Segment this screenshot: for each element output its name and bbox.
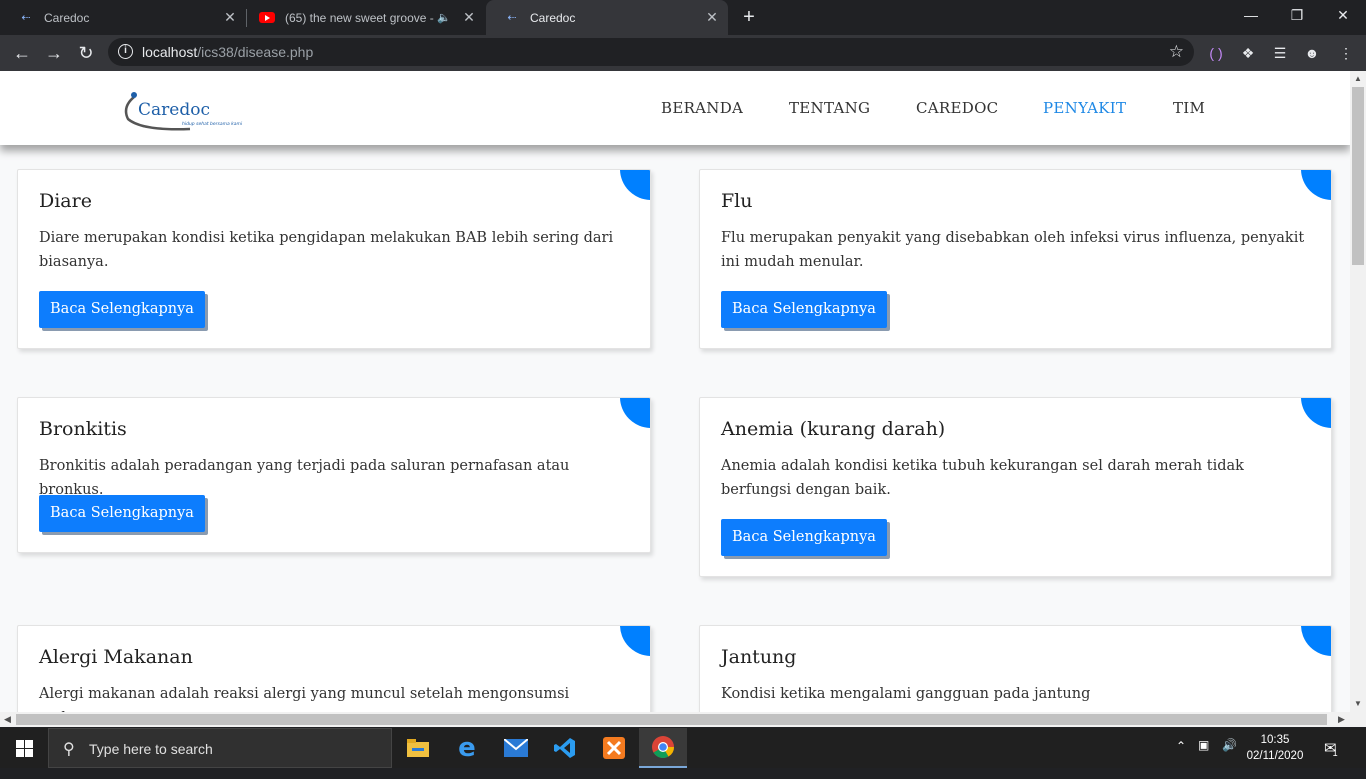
minimize-button[interactable]: — [1228, 0, 1274, 30]
disease-title: Bronkitis [39, 418, 127, 440]
network-icon[interactable]: ▣ [1198, 738, 1209, 778]
read-more-button[interactable]: Baca Selengkapnya [39, 495, 205, 532]
close-tab-icon[interactable]: ✕ [702, 9, 722, 26]
time: 10:35 [1260, 734, 1290, 746]
profile-avatar-icon[interactable]: ☻ [1300, 41, 1324, 65]
tab-title: Caredoc [530, 10, 576, 25]
tab-caredoc-1[interactable]: ⇠ Caredoc ✕ [0, 0, 246, 35]
horizontal-scrollbar[interactable]: ◀ ▶ [0, 712, 1366, 727]
xampp-icon[interactable] [590, 728, 638, 768]
disease-title: Anemia (kurang darah) [721, 418, 946, 440]
search-placeholder: Type here to search [89, 741, 213, 757]
disease-card: Diare Diare merupakan kondisi ketika pen… [17, 169, 651, 349]
clock[interactable]: 10:35 02/11/2020 [1234, 732, 1316, 764]
start-button[interactable] [0, 728, 48, 768]
info-icon[interactable]: i [118, 44, 133, 59]
puzzle-extensions-icon[interactable]: ❖ [1236, 41, 1260, 65]
scroll-thumb[interactable] [1352, 87, 1364, 265]
disease-title: Flu [721, 190, 753, 212]
disease-title: Jantung [721, 646, 797, 668]
logo-text: Caredoc [138, 100, 210, 120]
disease-card: Jantung Kondisi ketika mengalami ganggua… [699, 625, 1332, 712]
site-navbar: Caredoc hidup sehat bersama kami BERANDA… [0, 71, 1350, 145]
nav-tentang[interactable]: TENTANG [789, 99, 870, 117]
nav-tim[interactable]: TIM [1173, 99, 1205, 117]
speaker-icon[interactable]: 🔈 [437, 11, 451, 24]
disease-description: Kondisi ketika mengalami gangguan pada j… [721, 686, 1091, 702]
disease-title: Alergi Makanan [39, 646, 193, 668]
media-control-icon[interactable]: ☰ [1268, 41, 1292, 65]
tab-title: Caredoc [44, 10, 90, 25]
restore-button[interactable]: ❐ [1274, 0, 1320, 30]
disease-card: Anemia (kurang darah) Anemia adalah kond… [699, 397, 1332, 577]
menu-dots-icon[interactable]: ⋮ [1334, 41, 1358, 65]
corner-accent [620, 398, 650, 428]
disease-card: Flu Flu merupakan penyakit yang disebabk… [699, 169, 1332, 349]
tab-strip: ⇠ Caredoc ✕ (65) the new sweet groove - … [0, 0, 1366, 35]
caredoc-favicon-icon: ⇠ [507, 12, 517, 24]
logo-tagline: hidup sehat bersama kami [182, 121, 243, 127]
extension-icon[interactable]: ( ) [1204, 41, 1228, 65]
corner-accent [1301, 170, 1331, 200]
chrome-icon[interactable] [639, 728, 687, 768]
nav-penyakit[interactable]: PENYAKIT [1043, 99, 1126, 117]
disease-description: Alergi makanan adalah reaksi alergi yang… [39, 686, 570, 712]
read-more-button[interactable]: Baca Selengkapnya [721, 519, 887, 556]
read-more-button[interactable]: Baca Selengkapnya [721, 291, 887, 328]
page-viewport: Caredoc hidup sehat bersama kami BERANDA… [0, 71, 1350, 712]
scroll-up-icon[interactable]: ▲ [1354, 74, 1362, 83]
edge-icon[interactable]: e [443, 728, 491, 768]
vscode-icon[interactable] [541, 728, 589, 768]
url-host: localhost [142, 44, 198, 60]
corner-accent [1301, 398, 1331, 428]
disease-description: Flu merupakan penyakit yang disebabkan o… [721, 230, 1305, 270]
nav-caredoc[interactable]: CAREDOC [916, 99, 998, 117]
new-tab-button[interactable]: + [738, 6, 760, 28]
youtube-icon [259, 10, 275, 26]
reload-icon[interactable]: ↻ [74, 41, 98, 65]
mail-icon[interactable] [492, 728, 540, 768]
tab-youtube[interactable]: (65) the new sweet groove - 🔈 ✕ [247, 0, 485, 35]
close-window-button[interactable]: ✕ [1320, 0, 1366, 30]
nav-beranda[interactable]: BERANDA [661, 99, 743, 117]
disease-description: Diare merupakan kondisi ketika pengidapa… [39, 230, 614, 270]
close-tab-icon[interactable]: ✕ [220, 9, 240, 26]
bookmark-star-icon[interactable]: ☆ [1169, 42, 1184, 62]
file-explorer-icon[interactable] [394, 728, 442, 768]
read-more-button[interactable]: Baca Selengkapnya [39, 291, 205, 328]
vertical-scrollbar[interactable]: ▲ ▼ [1350, 71, 1366, 712]
tab-caredoc-active[interactable]: ⇠ Caredoc ✕ [486, 0, 728, 35]
address-bar[interactable]: i localhost/ics38/disease.php ☆ [108, 38, 1194, 66]
disease-card: Bronkitis Bronkitis adalah peradangan ya… [17, 397, 651, 553]
corner-accent [620, 170, 650, 200]
disease-card: Alergi Makanan Alergi makanan adalah rea… [17, 625, 651, 712]
forward-arrow-icon[interactable]: → [42, 41, 66, 65]
disease-title: Diare [39, 190, 92, 212]
caredoc-favicon-icon: ⇠ [21, 12, 31, 24]
scroll-thumb[interactable] [16, 714, 1327, 725]
back-arrow-icon[interactable]: ← [10, 41, 34, 65]
windows-logo-icon [15, 739, 33, 757]
date: 02/11/2020 [1246, 750, 1304, 762]
scroll-right-icon[interactable]: ▶ [1338, 714, 1345, 725]
caredoc-logo[interactable]: Caredoc hidup sehat bersama kami [120, 85, 260, 131]
scroll-left-icon[interactable]: ◀ [4, 714, 11, 725]
disease-description: Anemia adalah kondisi ketika tubuh kekur… [721, 458, 1244, 498]
url-path: /ics38/disease.php [197, 44, 314, 60]
notification-icon[interactable]: ✉1 [1324, 739, 1342, 779]
close-tab-icon[interactable]: ✕ [459, 9, 479, 26]
notification-badge: 1 [1332, 748, 1338, 758]
chevron-up-icon[interactable]: ⌃ [1176, 739, 1186, 779]
corner-accent [1301, 626, 1331, 656]
corner-accent [620, 626, 650, 656]
scroll-down-icon[interactable]: ▼ [1354, 699, 1362, 708]
taskbar-search[interactable]: ⚲ Type here to search [48, 728, 392, 768]
tab-title: (65) the new sweet groove - [285, 10, 434, 25]
search-icon: ⚲ [63, 741, 75, 758]
windows-taskbar: ⚲ Type here to search e ⌃ ▣ 🔊 10:35 02/1… [0, 728, 1366, 768]
